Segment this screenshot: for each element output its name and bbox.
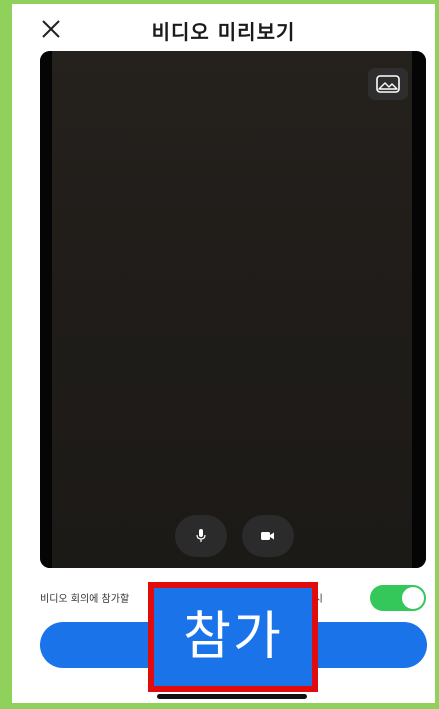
camera-feed (52, 51, 412, 568)
page-title: 비디오 미리보기 (151, 20, 296, 44)
video-preview (40, 51, 426, 568)
virtual-background-icon (376, 75, 400, 93)
video-camera-button[interactable] (242, 515, 294, 557)
microphone-button[interactable] (175, 515, 227, 557)
join-button-highlight[interactable]: 참가 (148, 582, 318, 692)
video-camera-icon (261, 532, 274, 540)
virtual-background-button[interactable] (368, 68, 408, 100)
toggle-knob (402, 587, 424, 609)
show-preview-toggle[interactable] (370, 585, 426, 611)
microphone-icon (196, 529, 206, 542)
join-button-label: 참가 (183, 607, 283, 667)
setting-label: 비디오 회의에 참가할 (40, 594, 130, 605)
video-letterbox-right (412, 51, 426, 568)
top-bar: 비디오 미리보기 (12, 4, 435, 54)
video-letterbox-left (40, 51, 52, 568)
home-indicator (157, 694, 307, 699)
